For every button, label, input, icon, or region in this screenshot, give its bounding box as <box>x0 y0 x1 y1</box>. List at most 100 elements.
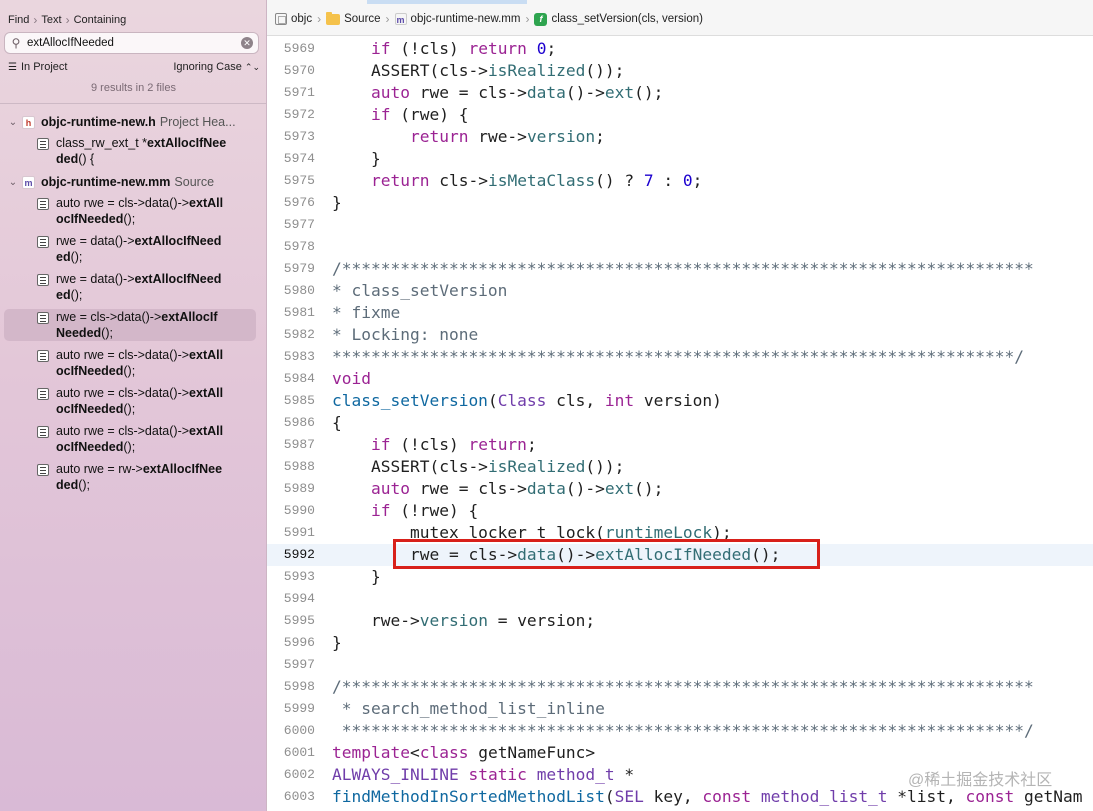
search-result-item[interactable]: rwe = cls->data()->extAllocIf Needed(); <box>4 309 256 341</box>
code-line[interactable]: 5984 void <box>267 368 1093 390</box>
code-line[interactable]: 6000 ***********************************… <box>267 720 1093 742</box>
line-number[interactable]: 5986 <box>267 412 315 434</box>
code-line[interactable]: 5979 /***********************************… <box>267 258 1093 280</box>
breadcrumb-file[interactable]: m objc-runtime-new.mm <box>394 13 520 25</box>
line-number[interactable]: 5988 <box>267 456 315 478</box>
code-line[interactable]: 5977 <box>267 214 1093 236</box>
line-number[interactable]: 5979 <box>267 258 315 280</box>
code-line[interactable]: 5973 return rwe->version; <box>267 126 1093 148</box>
line-number[interactable]: 5972 <box>267 104 315 126</box>
code-line[interactable]: 5995 rwe->version = version; <box>267 610 1093 632</box>
code-line[interactable]: 5993 } <box>267 566 1093 588</box>
line-number[interactable]: 5989 <box>267 478 315 500</box>
search-field[interactable]: ⚲ ✕ <box>4 32 259 54</box>
search-result-item[interactable]: auto rwe = cls->data()->extAll ocIfNeeded… <box>4 385 256 417</box>
line-number[interactable]: 5991 <box>267 522 315 544</box>
code-line[interactable]: 5980 * class_setVersion <box>267 280 1093 302</box>
line-number[interactable]: 5998 <box>267 676 315 698</box>
line-number[interactable]: 5969 <box>267 38 315 60</box>
line-number[interactable]: 5981 <box>267 302 315 324</box>
disclosure-triangle-icon[interactable]: ⌄ <box>4 177 22 188</box>
line-number[interactable]: 5971 <box>267 82 315 104</box>
code-line[interactable]: 5996} <box>267 632 1093 654</box>
code-line[interactable]: 5994 <box>267 588 1093 610</box>
case-sensitivity-popup[interactable]: Ignoring Case ⌃⌄ <box>173 61 260 73</box>
line-number[interactable]: 5994 <box>267 588 315 610</box>
code-line[interactable]: 5974 } <box>267 148 1093 170</box>
line-number[interactable]: 5980 <box>267 280 315 302</box>
code-line[interactable]: 5971 auto rwe = cls->data()->ext(); <box>267 82 1093 104</box>
code-line[interactable]: 5983 ************************************… <box>267 346 1093 368</box>
code-line[interactable]: 5986 { <box>267 412 1093 434</box>
find-mode-bar[interactable]: Find › Text › Containing <box>8 12 126 28</box>
code-line[interactable]: 5985 class_setVersion(Class cls, int vers… <box>267 390 1093 412</box>
breadcrumb-symbol[interactable]: f class_setVersion(cls, version) <box>534 12 703 26</box>
code-text: ASSERT(cls->isRealized()); <box>332 60 624 82</box>
code-token: ASSERT(cls-> <box>332 457 488 476</box>
code-line[interactable]: 5981 * fixme <box>267 302 1093 324</box>
code-line[interactable]: 5978 <box>267 236 1093 258</box>
code-line[interactable]: 5987 if (!cls) return; <box>267 434 1093 456</box>
search-result-item[interactable]: auto rwe = cls->data()->extAll ocIfNeeded… <box>4 347 256 379</box>
line-number[interactable]: 6003 <box>267 786 315 808</box>
find-mode-type[interactable]: Text <box>41 14 61 26</box>
code-line[interactable]: 5975 return cls->isMetaClass() ? 7 : 0; <box>267 170 1093 192</box>
line-number[interactable]: 5999 <box>267 698 315 720</box>
search-result-item[interactable]: rwe = data()->extAllocIfNeed ed(); <box>4 271 256 303</box>
code-line[interactable]: 5998 /***********************************… <box>267 676 1093 698</box>
disclosure-triangle-icon[interactable]: ⌄ <box>4 117 22 128</box>
find-mode-match[interactable]: Containing <box>74 14 127 26</box>
line-number[interactable]: 5992 <box>267 544 315 566</box>
line-number[interactable]: 5997 <box>267 654 315 676</box>
clear-search-icon[interactable]: ✕ <box>241 37 253 49</box>
line-number[interactable]: 5982 <box>267 324 315 346</box>
line-number[interactable]: 5976 <box>267 192 315 214</box>
code-line[interactable]: 5969 if (!cls) return 0; <box>267 38 1093 60</box>
code-line[interactable]: 5970 ASSERT(cls->isRealized()); <box>267 60 1093 82</box>
source-editor[interactable]: 5969 if (!cls) return 0; 5970 ASSERT(cls-… <box>267 37 1093 811</box>
breadcrumb-folder[interactable]: Source <box>326 11 381 25</box>
code-line[interactable]: 5976} <box>267 192 1093 214</box>
line-number[interactable]: 5993 <box>267 566 315 588</box>
find-mode-action[interactable]: Find <box>8 14 29 26</box>
search-input[interactable] <box>27 34 227 52</box>
line-number[interactable]: 5977 <box>267 214 315 236</box>
search-result-item[interactable]: class_rw_ext_t *extAllocIfNee ded() { <box>4 135 256 167</box>
search-result-item[interactable]: auto rwe = rw->extAllocIfNee ded(); <box>4 461 256 493</box>
code-line[interactable]: 5982 * Locking: none <box>267 324 1093 346</box>
code-line[interactable]: 5992 rwe = cls->data()->extAllocIfNeeded… <box>267 544 1093 566</box>
search-result-item[interactable]: auto rwe = cls->data()->extAll ocIfNeeded… <box>4 195 256 227</box>
line-number[interactable]: 5990 <box>267 500 315 522</box>
line-number[interactable]: 6000 <box>267 720 315 742</box>
result-file-group[interactable]: ⌄ h objc-runtime-new.h Project Hea... <box>0 113 266 131</box>
scope-selector[interactable]: ☰ In Project <box>8 61 67 73</box>
line-number[interactable]: 5978 <box>267 236 315 258</box>
line-number[interactable]: 5973 <box>267 126 315 148</box>
code-line[interactable]: 5997 <box>267 654 1093 676</box>
line-number[interactable]: 5970 <box>267 60 315 82</box>
line-number[interactable]: 5983 <box>267 346 315 368</box>
line-number[interactable]: 6002 <box>267 764 315 786</box>
line-number[interactable]: 5995 <box>267 610 315 632</box>
code-line[interactable]: 5988 ASSERT(cls->isRealized()); <box>267 456 1093 478</box>
code-line[interactable]: 5991 mutex_locker_t lock(runtimeLock); <box>267 522 1093 544</box>
result-file-group[interactable]: ⌄ m objc-runtime-new.mm Source <box>0 173 266 191</box>
search-result-item[interactable]: rwe = data()->extAllocIfNeed ed(); <box>4 233 256 265</box>
code-line[interactable]: 5972 if (rwe) { <box>267 104 1093 126</box>
line-number[interactable]: 5985 <box>267 390 315 412</box>
breadcrumb-project[interactable]: objc <box>275 13 312 25</box>
line-number[interactable]: 5975 <box>267 170 315 192</box>
code-token: return <box>409 127 469 146</box>
line-number[interactable]: 5996 <box>267 632 315 654</box>
search-result-item[interactable]: auto rwe = cls->data()->extAll ocIfNeeded… <box>4 423 256 455</box>
code-line[interactable]: 5990 if (!rwe) { <box>267 500 1093 522</box>
line-number[interactable]: 5984 <box>267 368 315 390</box>
search-icon[interactable]: ⚲ <box>5 36 27 50</box>
code-line[interactable]: 5989 auto rwe = cls->data()->ext(); <box>267 478 1093 500</box>
line-number[interactable]: 5974 <box>267 148 315 170</box>
line-number[interactable]: 5987 <box>267 434 315 456</box>
code-line[interactable]: 5999 * search_method_list_inline <box>267 698 1093 720</box>
code-line[interactable]: 6001 template<class getNameFunc> <box>267 742 1093 764</box>
line-number[interactable]: 6001 <box>267 742 315 764</box>
